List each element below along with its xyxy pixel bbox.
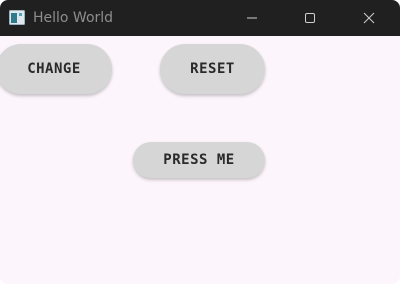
- app-window-icon: [9, 10, 25, 25]
- press-me-button[interactable]: PRESS ME: [133, 142, 265, 178]
- reset-button[interactable]: RESET: [160, 44, 265, 94]
- app-window: Hello World CHANGE RESET PRESS ME: [0, 0, 400, 284]
- maximize-button[interactable]: [287, 0, 333, 36]
- close-icon: [363, 12, 375, 24]
- close-button[interactable]: [346, 0, 392, 36]
- title-bar[interactable]: Hello World: [0, 0, 400, 36]
- change-button[interactable]: CHANGE: [0, 44, 112, 94]
- maximize-icon: [304, 12, 316, 24]
- window-title: Hello World: [33, 10, 114, 26]
- minimize-button[interactable]: [229, 0, 275, 36]
- minimize-icon: [246, 12, 258, 24]
